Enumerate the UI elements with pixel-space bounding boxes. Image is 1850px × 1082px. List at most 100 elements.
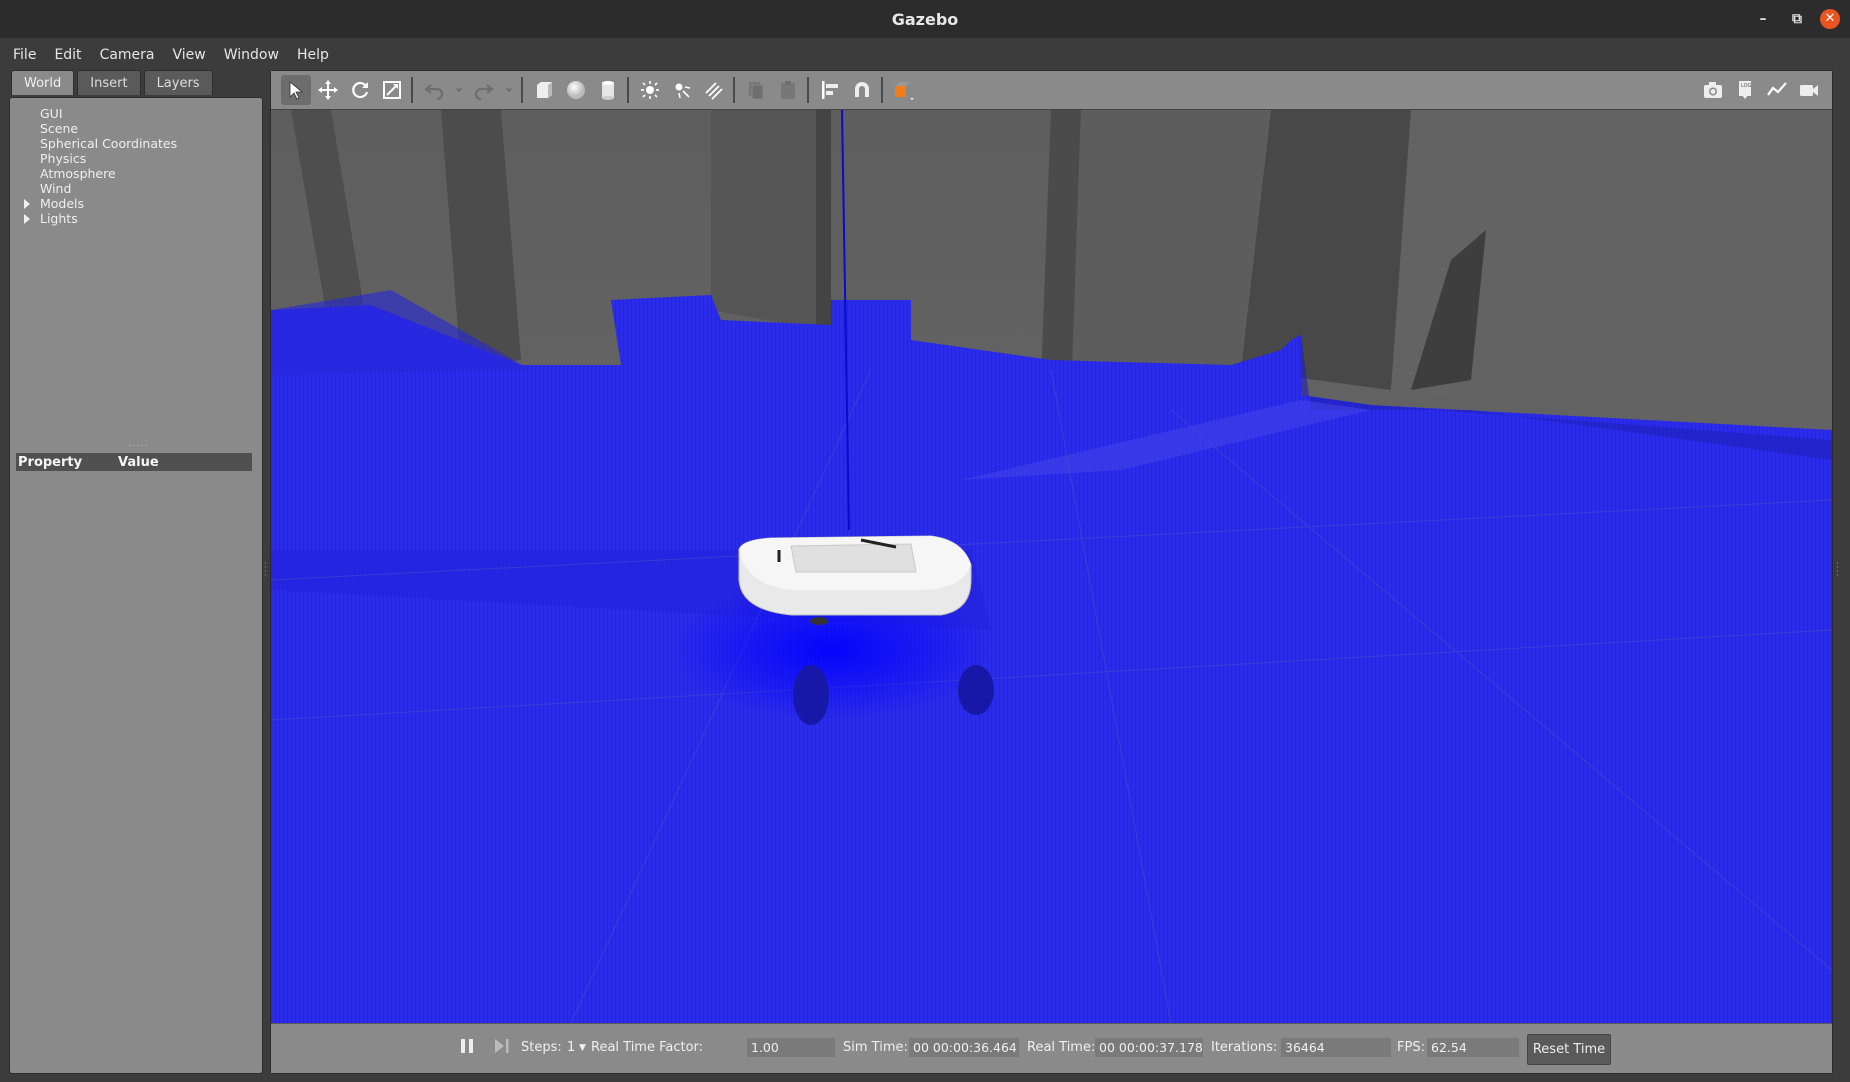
real-time-field: 00 00:00:37.178 [1095,1038,1203,1057]
reset-time-button[interactable]: Reset Time [1527,1034,1611,1065]
select-arrow-icon[interactable] [281,75,311,105]
toolbar-separator [627,77,629,103]
turtlebot-robot[interactable] [738,535,972,625]
step-forward-icon [495,1039,509,1053]
toolbar-separator [521,77,523,103]
video-record-icon[interactable] [1794,75,1824,105]
tree-item-models[interactable]: Models [24,196,177,211]
right-splitter-handle[interactable]: · · · · [1836,560,1840,582]
left-splitter-handle[interactable]: · · · · [264,560,268,582]
property-table-header: Property Value [16,453,252,471]
view-angle-icon[interactable] [889,75,919,105]
tree-item-label: Wind [40,181,72,196]
pause-icon [461,1039,473,1053]
restore-icon[interactable]: ⧉ [1780,11,1814,27]
steps-value[interactable]: 1 [567,1040,575,1055]
tab-world[interactable]: World [11,70,75,95]
real-time-factor-field: 1.00 [747,1038,835,1057]
redo-dropdown-icon[interactable] [501,75,517,105]
tree-item-label: GUI [40,106,63,121]
menu-window[interactable]: Window [215,47,288,63]
bottom-status-bar: Steps: 1 ▼ Real Time Factor: 1.00 Sim Ti… [271,1024,1832,1073]
sim-time-label: Sim Time: [843,1040,908,1055]
step-button[interactable] [493,1036,511,1060]
tree-item-atmosphere[interactable]: Atmosphere [24,166,177,181]
align-icon[interactable] [815,75,845,105]
point-light-icon[interactable] [635,75,665,105]
tree-item-label: Spherical Coordinates [40,136,178,151]
tree-item-scene[interactable]: Scene [24,121,177,136]
window-title: Gazebo [891,9,959,29]
menu-file[interactable]: File [4,47,45,63]
tree-item-label: Atmosphere [40,166,116,181]
title-bar: Gazebo – ⧉ ✕ [0,0,1850,38]
window-controls: – ⧉ ✕ [1746,0,1850,38]
copy-icon[interactable] [741,75,771,105]
tree-item-label: Models [40,196,85,211]
wall-pillar [711,110,821,330]
snap-icon[interactable] [847,75,877,105]
translate-icon[interactable] [313,75,343,105]
wheel [958,665,994,715]
wall-pillar [816,110,831,340]
menu-camera[interactable]: Camera [91,47,164,63]
real-time-factor-label: Real Time Factor: [591,1040,704,1055]
close-icon[interactable]: ✕ [1820,9,1840,29]
minimize-icon[interactable]: – [1746,11,1780,27]
left-tabs: World Insert Layers [11,70,213,96]
tree-item-label: Physics [40,151,87,166]
expand-arrow-icon[interactable] [24,214,30,224]
scene-viewport[interactable] [271,110,1832,1023]
main-area: LOG Steps: 1 ▼ Real Time Factor: 1.00 Si… [270,70,1833,1074]
directional-light-icon[interactable] [699,75,729,105]
toolbar: LOG [271,71,1832,110]
steps-label: Steps: [521,1040,562,1055]
sim-time-field: 00 00:00:36.464 [909,1038,1019,1057]
fps-field: 62.54 [1427,1038,1519,1057]
log-icon[interactable]: LOG [1730,75,1760,105]
menu-edit[interactable]: Edit [45,47,90,63]
tree-item-label: Lights [40,211,78,226]
cylinder-icon[interactable] [593,75,623,105]
iterations-label: Iterations: [1211,1040,1278,1055]
pause-button[interactable] [459,1036,475,1060]
steps-spinner-icon[interactable]: ▼ [579,1043,586,1053]
tree-item-lights[interactable]: Lights [24,211,177,226]
rotate-icon[interactable] [345,75,375,105]
wheel [793,665,829,725]
left-panel: World Insert Layers GUI Scene Spherical … [9,70,263,1074]
screenshot-icon[interactable] [1698,75,1728,105]
spot-light-icon[interactable] [667,75,697,105]
expand-arrow-icon[interactable] [24,199,30,209]
panel-splitter-handle[interactable]: ..... [128,438,149,449]
menu-help[interactable]: Help [288,47,338,63]
paste-icon[interactable] [773,75,803,105]
undo-icon[interactable] [419,75,449,105]
undo-dropdown-icon[interactable] [451,75,467,105]
scale-icon[interactable] [377,75,407,105]
real-time-label: Real Time: [1027,1040,1096,1055]
tree-item-label: Scene [40,121,79,136]
plot-icon[interactable] [1762,75,1792,105]
tree-item-gui[interactable]: GUI [24,106,177,121]
sphere-icon[interactable] [561,75,591,105]
scene-render[interactable] [271,110,1832,1023]
tree-item-spherical-coordinates[interactable]: Spherical Coordinates [24,136,177,151]
world-panel: GUI Scene Spherical Coordinates Physics … [9,97,263,1074]
fps-label: FPS: [1397,1040,1425,1055]
toolbar-right: LOG [1696,75,1824,105]
tab-insert[interactable]: Insert [77,70,141,95]
toolbar-separator [733,77,735,103]
redo-icon[interactable] [469,75,499,105]
box-icon[interactable] [529,75,559,105]
tab-layers[interactable]: Layers [143,70,213,95]
toolbar-separator [881,77,883,103]
menu-view[interactable]: View [164,47,215,63]
toolbar-separator [411,77,413,103]
tree-item-wind[interactable]: Wind [24,181,177,196]
property-column-header: Property [18,454,83,470]
world-tree: GUI Scene Spherical Coordinates Physics … [24,106,177,226]
wall-pillar [1241,110,1411,390]
tree-item-physics[interactable]: Physics [24,151,177,166]
value-column-header: Value [118,454,159,470]
